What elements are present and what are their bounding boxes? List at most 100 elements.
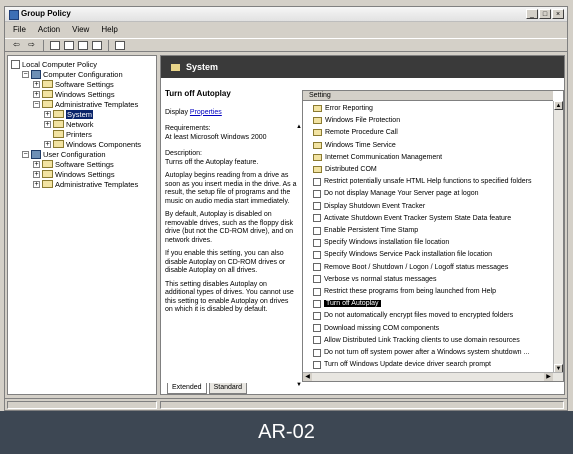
menu-help[interactable]: Help [101,25,117,34]
tree-node[interactable]: + Windows Settings [33,169,115,179]
setting-list-item[interactable]: Windows File Protection [313,115,400,126]
setting-list-item[interactable]: Specify Windows Service Pack installatio… [313,249,492,260]
expand-icon[interactable]: + [33,180,40,188]
tree-node[interactable]: + Administrative Templates [33,179,138,189]
policy-setting-icon [313,360,321,369]
tree-node[interactable]: Printers [44,129,92,139]
setting-list-item[interactable]: Do not turn off system power after a Win… [313,347,529,358]
title-bar[interactable]: Group Policy _ □ × [5,7,567,22]
policy-setting-icon [313,238,321,247]
tree-node-label: User Configuration [43,149,106,159]
tab-extended[interactable]: Extended [167,383,207,394]
folder-icon [42,160,53,168]
collapse-icon[interactable]: − [22,70,29,78]
gpedit-window: Group Policy _ □ × File Action View Help… [4,6,568,411]
scroll-up-button[interactable]: ▲ [554,101,563,110]
setting-list-item[interactable]: Distributed COM [313,164,377,175]
setting-label: Remote Procedure Call [325,129,398,137]
description-label: Description: [165,150,202,157]
policy-setting-icon [313,189,321,198]
setting-column-header[interactable]: Setting [303,91,553,101]
tab-standard[interactable]: Standard [208,383,248,394]
menu-view[interactable]: View [72,25,89,34]
collapse-icon[interactable]: − [33,100,40,108]
setting-label: Distributed COM [325,166,377,173]
setting-list-item[interactable]: Error Reporting [313,103,373,114]
setting-list-item[interactable]: Enable Persistent Time Stamp [313,225,418,236]
back-button[interactable]: ⇦ [11,40,22,50]
vertical-scrollbar[interactable]: ▲ ▼ [553,101,563,373]
setting-label: Restrict these programs from being launc… [324,288,496,295]
setting-list-item[interactable]: Specify Windows installation file locati… [313,237,449,248]
tree-node[interactable]: + Windows Settings [33,89,115,99]
forward-button[interactable]: ⇨ [26,40,37,50]
setting-list-item[interactable]: Turn off Autoplay [313,298,381,309]
expand-icon[interactable]: + [33,90,40,98]
tree-node[interactable]: + Software Settings [33,79,114,89]
requirements-value: At least Microsoft Windows 2000 [165,133,267,141]
scroll-left-button[interactable]: ◀ [303,373,312,381]
export-list-icon[interactable] [92,40,102,50]
collapse-icon[interactable]: − [22,150,29,158]
folder-icon [313,153,322,161]
folder-icon [42,180,53,188]
policy-setting-icon [313,226,321,235]
policy-setting-icon [313,275,321,284]
setting-list-item[interactable]: Restrict these programs from being launc… [313,286,496,297]
tree-node[interactable]: − Administrative Templates [33,99,138,109]
policy-setting-icon [313,348,321,357]
setting-list-item[interactable]: Remove Boot / Shutdown / Logon / Logoff … [313,262,508,273]
up-one-level-icon[interactable] [50,40,60,50]
show-hide-tree-icon[interactable] [64,40,74,50]
help-icon[interactable] [115,40,125,50]
close-button[interactable]: × [552,9,564,19]
menu-action[interactable]: Action [38,25,60,34]
details-header: System [161,56,564,78]
policy-setting-icon [313,202,321,211]
tree-node[interactable]: − Computer Configuration [22,69,123,79]
tree-node[interactable]: − User Configuration [22,149,106,159]
tree-node-label: Network [66,119,94,129]
menu-file[interactable]: File [13,25,26,34]
policy-setting-icon [313,287,321,296]
setting-list-item[interactable]: Display Shutdown Event Tracker [313,201,425,212]
setting-list-item[interactable]: Windows Time Service [313,140,396,151]
properties-link[interactable]: Properties [190,109,222,116]
properties-icon[interactable] [78,40,88,50]
tree-node[interactable]: Local Computer Policy [11,59,97,69]
expand-icon[interactable]: + [44,140,51,148]
expand-icon[interactable]: + [33,80,40,88]
setting-label: Specify Windows Service Pack installatio… [324,251,493,259]
setting-list-item[interactable]: Download missing COM components [313,323,439,334]
setting-list-item[interactable]: Remote Procedure Call [313,127,398,138]
expand-icon[interactable]: + [44,120,51,128]
scroll-right-button[interactable]: ▶ [544,373,553,381]
setting-label: Allow Distributed Link Tracking clients … [324,336,520,344]
setting-list-item[interactable]: Verbose vs normal status messages [313,274,436,285]
settings-list: Setting ▲ ▼ ◀ ▶ Error Reporting Windows F… [302,90,564,382]
maximize-button[interactable]: □ [539,9,551,19]
tree-node[interactable]: + Network [44,119,94,129]
description-paragraph-1: Autoplay begins reading from a drive as … [165,172,297,205]
tree-node[interactable]: + System [44,109,94,119]
setting-list-item[interactable]: Do not display Manage Your Server page a… [313,188,479,199]
expand-icon[interactable]: + [33,170,40,178]
tree-node[interactable]: + Windows Components [44,139,141,149]
horizontal-scrollbar[interactable]: ◀ ▶ [303,372,563,381]
setting-label: Error Reporting [325,105,373,112]
setting-label: Windows Time Service [325,141,396,149]
setting-list-item[interactable]: Allow Distributed Link Tracking clients … [313,335,520,346]
setting-list-item[interactable]: Internet Communication Management [313,152,442,163]
policy-setting-icon [313,250,321,259]
setting-list-item[interactable]: Do not automatically encrypt files moved… [313,310,513,321]
tree-node[interactable]: + Software Settings [33,159,114,169]
expand-icon[interactable]: + [33,160,40,168]
setting-list-item[interactable]: Activate Shutdown Event Tracker System S… [313,213,511,224]
display-properties-line: Display Properties [165,109,297,118]
folder-icon [42,170,53,178]
expand-icon[interactable]: + [44,110,51,118]
minimize-button[interactable]: _ [526,9,538,19]
setting-list-item[interactable]: Restrict potentially unsafe HTML Help fu… [313,176,532,187]
setting-list-item[interactable]: Turn off Windows Update device driver se… [313,359,491,370]
view-tabs: Extended Standard [161,383,564,395]
